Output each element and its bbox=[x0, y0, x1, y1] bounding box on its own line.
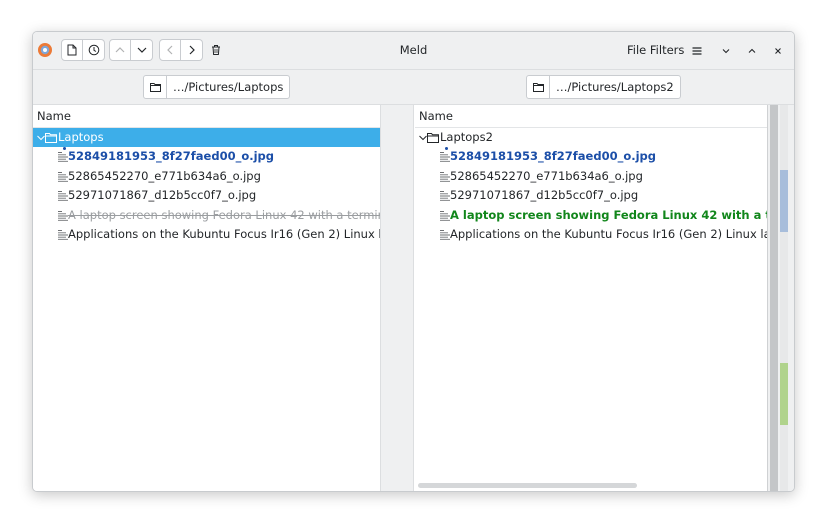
right-path-chooser[interactable]: …/Pictures/Laptops2 bbox=[526, 75, 681, 99]
chevron-down-icon bbox=[722, 49, 730, 54]
modified-dot-icon bbox=[63, 147, 66, 151]
folder-icon bbox=[149, 83, 161, 92]
right-folder-button[interactable] bbox=[527, 76, 550, 98]
left-root-label: Laptops bbox=[58, 130, 104, 144]
right-file-row[interactable]: A laptop screen showing Fedora Linux 42 … bbox=[415, 206, 767, 225]
right-root-row[interactable]: Laptops2 bbox=[415, 128, 767, 147]
right-file-row[interactable]: 52865452270_e771b634a6_o.jpg bbox=[415, 167, 767, 186]
file-name-label: Applications on the Kubuntu Focus Ir16 (… bbox=[450, 226, 767, 241]
file-name-label: 52849181953_8f27faed00_o.jpg bbox=[68, 149, 275, 164]
pane-divider bbox=[380, 105, 414, 491]
right-file-row[interactable]: 52849181953_8f27faed00_o.jpg bbox=[415, 147, 767, 166]
titlebar: Meld File Filters bbox=[33, 32, 794, 70]
horizontal-scrollbar[interactable] bbox=[418, 483, 637, 488]
meld-window: Meld File Filters …/Pictures/Laptops …/P… bbox=[32, 31, 795, 492]
left-folder-button[interactable] bbox=[144, 76, 167, 98]
close-icon bbox=[775, 48, 781, 54]
left-file-row[interactable]: 52865452270_e771b634a6_o.jpg bbox=[33, 167, 380, 186]
left-file-row[interactable]: A laptop screen showing Fedora Linux 42 … bbox=[33, 206, 380, 225]
file-name-label: 52865452270_e771b634a6_o.jpg bbox=[68, 168, 261, 183]
right-path-label: …/Pictures/Laptops2 bbox=[556, 80, 674, 94]
left-root-row[interactable]: Laptops bbox=[33, 128, 380, 148]
file-name-label: 52865452270_e771b634a6_o.jpg bbox=[450, 168, 643, 183]
folder-icon bbox=[45, 133, 57, 143]
diff-map-new-marker bbox=[780, 363, 788, 425]
left-path-chooser[interactable]: …/Pictures/Laptops bbox=[143, 75, 291, 99]
diff-map-modified-marker bbox=[780, 170, 788, 232]
diff-map-margin bbox=[767, 105, 794, 491]
modified-dot-icon bbox=[445, 147, 448, 151]
file-name-label: 52971071867_d12b5cc0f7_o.jpg bbox=[68, 188, 257, 203]
right-name-column-header[interactable]: Name bbox=[415, 105, 767, 128]
folder-icon bbox=[427, 133, 439, 143]
path-bar: …/Pictures/Laptops …/Pictures/Laptops2 bbox=[33, 70, 794, 105]
vertical-scrollbar[interactable] bbox=[770, 105, 778, 491]
minimize-button[interactable] bbox=[717, 42, 735, 60]
left-file-row[interactable]: Applications on the Kubuntu Focus Ir16 (… bbox=[33, 225, 380, 244]
left-tree-pane[interactable]: Name Laptops 52849181953_8f27faed00_o.jp… bbox=[33, 105, 380, 491]
left-name-column-header[interactable]: Name bbox=[33, 105, 380, 128]
right-tree-pane[interactable]: Name Laptops2 52849181953_8f27faed00_o.j… bbox=[415, 105, 767, 491]
file-name-label: Applications on the Kubuntu Focus Ir16 (… bbox=[68, 226, 380, 241]
left-file-row[interactable]: 52971071867_d12b5cc0f7_o.jpg bbox=[33, 186, 380, 205]
close-button[interactable] bbox=[769, 42, 787, 60]
hamburger-menu-icon bbox=[692, 47, 702, 55]
left-path-label: …/Pictures/Laptops bbox=[173, 80, 284, 94]
right-file-row[interactable]: 52971071867_d12b5cc0f7_o.jpg bbox=[415, 186, 767, 205]
folder-icon bbox=[532, 83, 544, 92]
left-file-row[interactable]: 52849181953_8f27faed00_o.jpg bbox=[33, 147, 380, 166]
file-name-label: 52849181953_8f27faed00_o.jpg bbox=[450, 149, 657, 164]
file-filters-button[interactable]: File Filters bbox=[627, 43, 684, 57]
right-root-label: Laptops2 bbox=[440, 130, 493, 144]
chevron-up-icon bbox=[748, 48, 756, 53]
hamburger-menu-button[interactable] bbox=[688, 42, 706, 60]
diff-map[interactable] bbox=[780, 105, 788, 491]
maximize-button[interactable] bbox=[743, 42, 761, 60]
right-file-row[interactable]: Applications on the Kubuntu Focus Ir16 (… bbox=[415, 225, 767, 244]
file-name-label: 52971071867_d12b5cc0f7_o.jpg bbox=[450, 188, 639, 203]
file-name-label: A laptop screen showing Fedora Linux 42 … bbox=[450, 207, 767, 222]
file-name-label: A laptop screen showing Fedora Linux 42 … bbox=[68, 207, 380, 222]
